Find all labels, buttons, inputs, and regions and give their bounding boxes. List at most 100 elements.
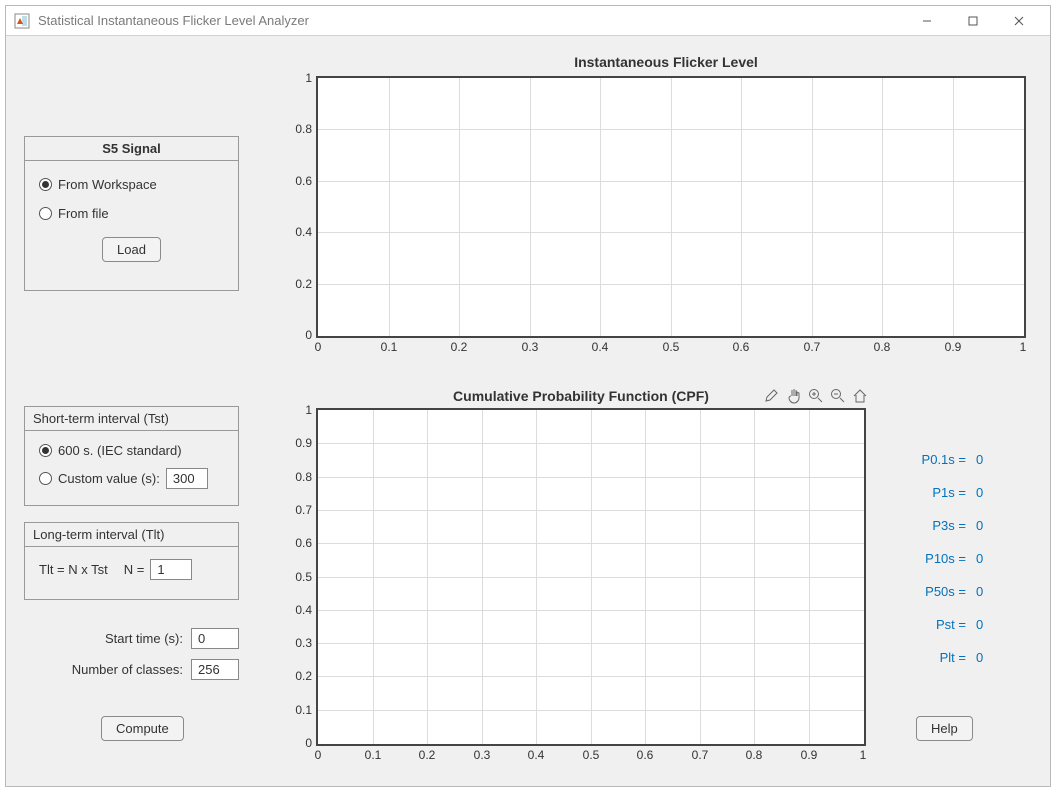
start-time-input[interactable]: 0 bbox=[191, 628, 239, 649]
home-icon[interactable] bbox=[852, 388, 868, 407]
chart2-axes[interactable]: 00.10.20.30.40.50.60.70.80.9100.10.20.30… bbox=[316, 408, 866, 746]
y-tick-label: 0 bbox=[278, 328, 312, 342]
window-title: Statistical Instantaneous Flicker Level … bbox=[38, 13, 904, 28]
s5-signal-panel: S5 Signal From Workspace From file Load bbox=[24, 136, 239, 291]
grid-line bbox=[318, 181, 1024, 182]
grid-line bbox=[530, 78, 531, 336]
radio-from-file[interactable]: From file bbox=[39, 206, 224, 221]
start-time-label: Start time (s): bbox=[24, 631, 183, 646]
x-tick-label: 0.6 bbox=[637, 748, 654, 762]
x-tick-label: 0.8 bbox=[874, 340, 891, 354]
long-term-header: Long-term interval (Tlt) bbox=[25, 523, 238, 547]
radio-label: 600 s. (IEC standard) bbox=[58, 443, 182, 458]
grid-line bbox=[318, 543, 864, 544]
stat-plt: Plt =0 bbox=[876, 650, 986, 665]
n-label: N = bbox=[124, 562, 145, 577]
grid-line bbox=[882, 78, 883, 336]
app-icon bbox=[14, 13, 30, 29]
long-term-panel: Long-term interval (Tlt) Tlt = N x Tst N… bbox=[24, 522, 239, 600]
x-tick-label: 0.9 bbox=[945, 340, 962, 354]
close-button[interactable] bbox=[996, 6, 1042, 36]
grid-line bbox=[600, 78, 601, 336]
grid-line bbox=[318, 477, 864, 478]
tlt-formula-label: Tlt = N x Tst bbox=[39, 562, 108, 577]
x-tick-label: 1 bbox=[860, 748, 867, 762]
x-tick-label: 0.8 bbox=[746, 748, 763, 762]
radio-iec-standard[interactable]: 600 s. (IEC standard) bbox=[39, 443, 224, 458]
maximize-button[interactable] bbox=[950, 6, 996, 36]
x-tick-label: 0.1 bbox=[381, 340, 398, 354]
grid-line bbox=[318, 284, 1024, 285]
y-tick-label: 0.8 bbox=[278, 122, 312, 136]
y-tick-label: 0.4 bbox=[278, 225, 312, 239]
minimize-button[interactable] bbox=[904, 6, 950, 36]
x-tick-label: 0.4 bbox=[592, 340, 609, 354]
grid-line bbox=[812, 78, 813, 336]
axes-toolbar bbox=[764, 388, 868, 407]
radio-icon bbox=[39, 444, 52, 457]
x-tick-label: 0.3 bbox=[522, 340, 539, 354]
x-tick-label: 0.5 bbox=[583, 748, 600, 762]
y-tick-label: 0.9 bbox=[278, 436, 312, 450]
brush-icon[interactable] bbox=[764, 388, 780, 407]
zoom-out-icon[interactable] bbox=[830, 388, 846, 407]
radio-label: From file bbox=[58, 206, 109, 221]
app-window: Statistical Instantaneous Flicker Level … bbox=[5, 5, 1051, 787]
n-input[interactable]: 1 bbox=[150, 559, 192, 580]
y-tick-label: 0.6 bbox=[278, 174, 312, 188]
y-tick-label: 0.3 bbox=[278, 636, 312, 650]
radio-from-workspace[interactable]: From Workspace bbox=[39, 177, 224, 192]
y-tick-label: 0.4 bbox=[278, 603, 312, 617]
zoom-in-icon[interactable] bbox=[808, 388, 824, 407]
params-block: Start time (s): 0 Number of classes: 256 bbox=[24, 618, 239, 690]
compute-button[interactable]: Compute bbox=[101, 716, 184, 741]
x-tick-label: 0.7 bbox=[804, 340, 821, 354]
grid-line bbox=[318, 643, 864, 644]
grid-line bbox=[318, 510, 864, 511]
grid-line bbox=[741, 78, 742, 336]
x-tick-label: 0.1 bbox=[365, 748, 382, 762]
x-tick-label: 0.5 bbox=[663, 340, 680, 354]
radio-label: Custom value (s): bbox=[58, 471, 160, 486]
stat-p01s: P0.1s =0 bbox=[876, 452, 986, 467]
radio-icon bbox=[39, 207, 52, 220]
radio-icon bbox=[39, 472, 52, 485]
y-tick-label: 0 bbox=[278, 736, 312, 750]
x-tick-label: 0 bbox=[315, 340, 322, 354]
short-term-header: Short-term interval (Tst) bbox=[25, 407, 238, 431]
stat-p50s: P50s =0 bbox=[876, 584, 986, 599]
radio-custom-value[interactable]: Custom value (s): 300 bbox=[39, 468, 224, 489]
chart1-axes[interactable]: 00.10.20.30.40.50.60.70.80.9100.20.40.60… bbox=[316, 76, 1026, 338]
x-tick-label: 0.6 bbox=[733, 340, 750, 354]
pan-icon[interactable] bbox=[786, 388, 802, 407]
number-classes-input[interactable]: 256 bbox=[191, 659, 239, 680]
radio-icon bbox=[39, 178, 52, 191]
grid-line bbox=[318, 710, 864, 711]
x-tick-label: 0.7 bbox=[692, 748, 709, 762]
y-tick-label: 1 bbox=[278, 403, 312, 417]
x-tick-label: 0.2 bbox=[419, 748, 436, 762]
custom-value-input[interactable]: 300 bbox=[166, 468, 208, 489]
grid-line bbox=[318, 232, 1024, 233]
x-tick-label: 0.2 bbox=[451, 340, 468, 354]
help-button[interactable]: Help bbox=[916, 716, 973, 741]
x-tick-label: 0.3 bbox=[474, 748, 491, 762]
y-tick-label: 0.2 bbox=[278, 669, 312, 683]
grid-line bbox=[318, 610, 864, 611]
x-tick-label: 0 bbox=[315, 748, 322, 762]
grid-line bbox=[389, 78, 390, 336]
y-tick-label: 0.5 bbox=[278, 570, 312, 584]
y-tick-label: 0.7 bbox=[278, 503, 312, 517]
grid-line bbox=[953, 78, 954, 336]
y-tick-label: 1 bbox=[278, 71, 312, 85]
stat-p10s: P10s =0 bbox=[876, 551, 986, 566]
y-tick-label: 0.2 bbox=[278, 277, 312, 291]
load-button[interactable]: Load bbox=[102, 237, 161, 262]
window-controls bbox=[904, 6, 1042, 36]
grid-line bbox=[459, 78, 460, 336]
radio-label: From Workspace bbox=[58, 177, 157, 192]
short-term-panel: Short-term interval (Tst) 600 s. (IEC st… bbox=[24, 406, 239, 506]
y-tick-label: 0.6 bbox=[278, 536, 312, 550]
stats-block: P0.1s =0 P1s =0 P3s =0 P10s =0 P50s =0 P… bbox=[876, 434, 986, 683]
y-tick-label: 0.8 bbox=[278, 470, 312, 484]
